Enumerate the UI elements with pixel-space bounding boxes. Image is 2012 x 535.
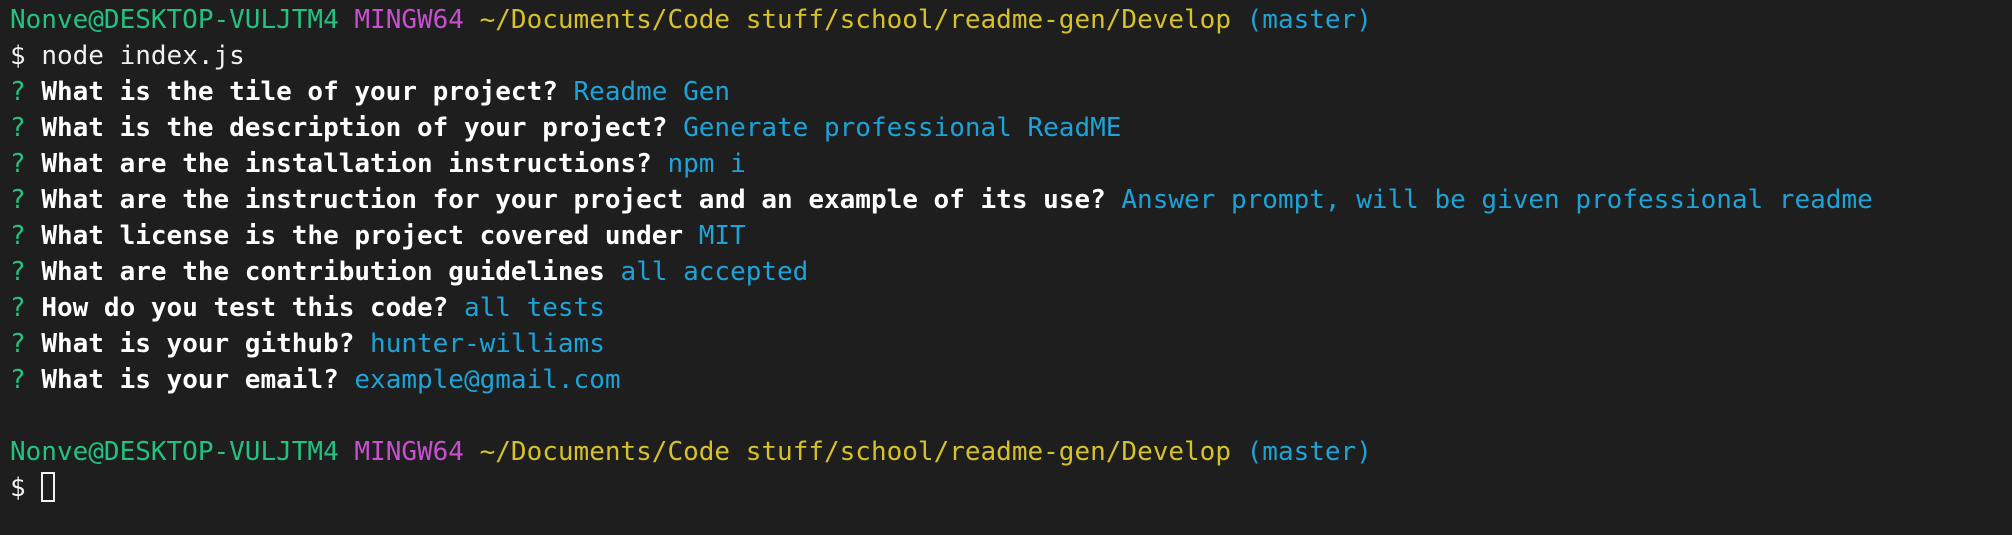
- answer-text: all tests: [463, 293, 605, 323]
- command-text: node index.js: [41, 41, 245, 71]
- question-mark: ?: [10, 221, 26, 251]
- answer-text: example@gmail.com: [354, 365, 621, 395]
- command-line: $ node index.js: [10, 38, 2012, 74]
- terminal-window[interactable]: Nonve@DESKTOP-VULJTM4 MINGW64 ~/Document…: [0, 0, 2012, 535]
- answer-text: Generate professional ReadME: [683, 113, 1122, 143]
- answer-text: all accepted: [620, 257, 809, 287]
- user-host: Nonve@DESKTOP-VULJTM4: [10, 5, 339, 35]
- answer-text: hunter-williams: [370, 329, 605, 359]
- answer-text: MIT: [698, 221, 746, 251]
- current-path: ~/Documents/Code stuff/school/readme-gen…: [479, 437, 1231, 467]
- git-branch: (master): [1246, 437, 1372, 467]
- answer-text: Answer prompt, will be given professiona…: [1121, 185, 1873, 215]
- qa-line: ? What is your github? hunter-williams: [10, 326, 2012, 362]
- system-name: MINGW64: [354, 437, 464, 467]
- current-path: ~/Documents/Code stuff/school/readme-gen…: [479, 5, 1231, 35]
- question-text: What is the description of your project?: [41, 113, 668, 143]
- qa-line: ? What are the instruction for your proj…: [10, 182, 2012, 218]
- prompt-header-line: Nonve@DESKTOP-VULJTM4 MINGW64 ~/Document…: [10, 2, 2012, 38]
- question-text: What are the installation instructions?: [41, 149, 652, 179]
- question-text: What is the tile of your project?: [41, 77, 558, 107]
- input-line[interactable]: $: [10, 470, 2012, 506]
- answer-text: Readme Gen: [573, 77, 731, 107]
- qa-line: ? What is the description of your projec…: [10, 110, 2012, 146]
- prompt-header-line: Nonve@DESKTOP-VULJTM4 MINGW64 ~/Document…: [10, 434, 2012, 470]
- question-text: What are the instruction for your projec…: [41, 185, 1106, 215]
- question-mark: ?: [10, 293, 26, 323]
- question-mark: ?: [10, 365, 26, 395]
- qa-line: ? What are the contribution guidelines a…: [10, 254, 2012, 290]
- question-text: What is your email?: [41, 365, 339, 395]
- git-branch: (master): [1246, 5, 1372, 35]
- question-text: What is your github?: [41, 329, 355, 359]
- user-host: Nonve@DESKTOP-VULJTM4: [10, 437, 339, 467]
- qa-line: ? What license is the project covered un…: [10, 218, 2012, 254]
- question-text: What license is the project covered unde…: [41, 221, 684, 251]
- question-mark: ?: [10, 77, 26, 107]
- question-mark: ?: [10, 149, 26, 179]
- prompt-symbol: $: [10, 41, 26, 71]
- qa-line: ? What is your email? example@gmail.com: [10, 362, 2012, 398]
- answer-text: npm i: [667, 149, 746, 179]
- question-mark: ?: [10, 329, 26, 359]
- qa-line: ? How do you test this code? all tests: [10, 290, 2012, 326]
- text-cursor[interactable]: [41, 472, 56, 502]
- system-name: MINGW64: [354, 5, 464, 35]
- question-mark: ?: [10, 113, 26, 143]
- question-mark: ?: [10, 257, 26, 287]
- question-text: What are the contribution guidelines: [41, 257, 605, 287]
- prompt-symbol: $: [10, 473, 26, 503]
- question-text: How do you test this code?: [41, 293, 449, 323]
- qa-line: ? What is the tile of your project? Read…: [10, 74, 2012, 110]
- question-mark: ?: [10, 185, 26, 215]
- qa-line: ? What are the installation instructions…: [10, 146, 2012, 182]
